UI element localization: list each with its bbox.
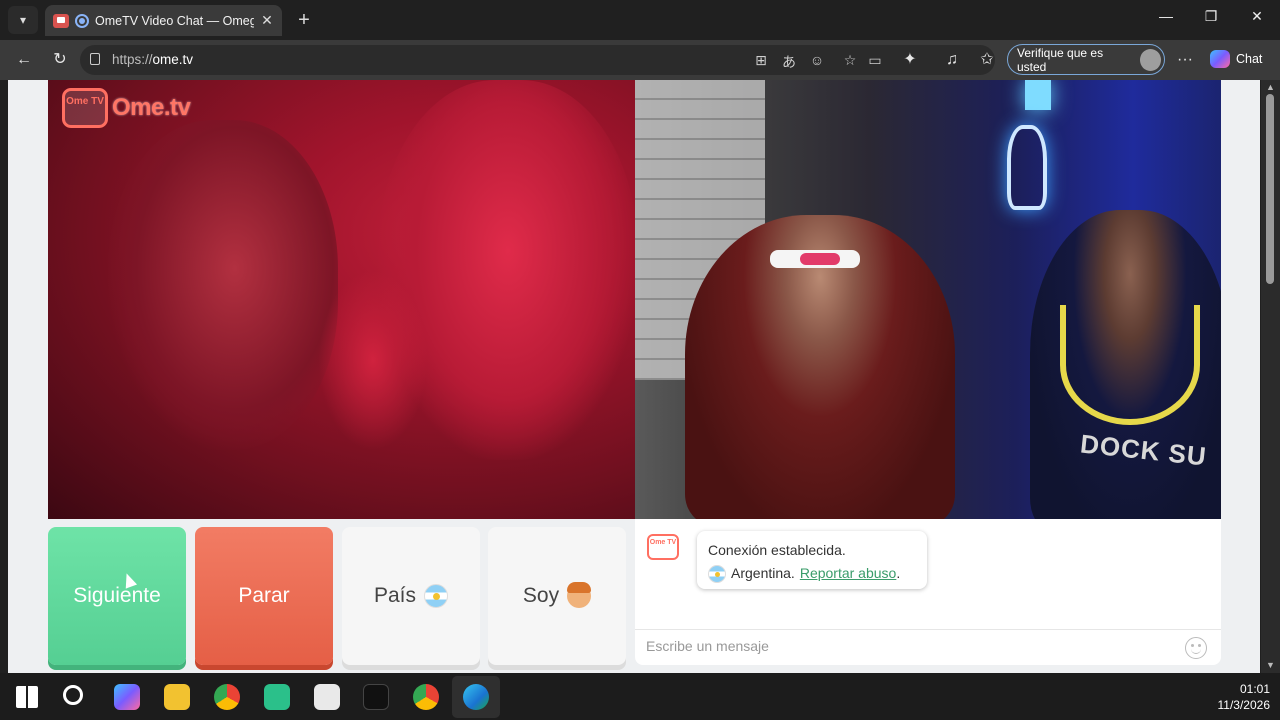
tracking-prevention-icon[interactable]: ☺: [808, 52, 826, 68]
country-button[interactable]: País: [342, 527, 480, 665]
ometv-chat-logo-icon: Ome TV: [647, 534, 679, 560]
message-input[interactable]: [646, 638, 1166, 654]
argentina-flag-icon: [424, 584, 449, 608]
browser-toolbar: ← ↻ https://ome.tv ⊞ あ ☺ ☆ ▭ ✦ ♫ ✩ Verif…: [0, 40, 1280, 80]
app-available-icon[interactable]: ⊞: [752, 52, 770, 69]
country-name: Argentina.: [731, 565, 795, 581]
restore-icon[interactable]: ❐: [1201, 8, 1221, 25]
copilot-chat-button[interactable]: Chat: [1210, 50, 1262, 68]
tab-close-icon[interactable]: ✕: [260, 12, 274, 29]
extensions-puzzle-icon[interactable]: ✦: [899, 50, 921, 72]
video-background: [1025, 80, 1051, 110]
url-prefix: https://: [112, 52, 153, 67]
translate-icon[interactable]: あ: [780, 52, 798, 72]
address-bar[interactable]: https://ome.tv ⊞ あ ☺ ☆ ▭: [80, 45, 995, 75]
camera-in-use-icon[interactable]: ▭: [866, 52, 884, 69]
ometv-tv-icon: Ome TV: [62, 88, 108, 128]
clock-date: 11/3/2026: [1217, 698, 1271, 712]
edge-icon[interactable]: [463, 684, 489, 710]
period: .: [896, 565, 901, 581]
shirt-stripe: [1060, 305, 1200, 425]
reload-icon[interactable]: ↻: [49, 50, 71, 72]
media-control-icon[interactable]: ♫: [941, 50, 963, 72]
chat-input-area: [635, 629, 1221, 665]
gender-label: Soy: [522, 584, 560, 607]
ometv-favicon-icon: [53, 13, 69, 28]
stranger-video: Ome TV Ome.tv: [48, 80, 635, 519]
windows-start-icon[interactable]: [16, 686, 38, 708]
more-options-icon[interactable]: ···: [1174, 50, 1196, 72]
page-scrollbar[interactable]: ▲ ▼: [1261, 80, 1280, 673]
browser-tab-bar: ▾ OmeTV Video Chat — Omegle ✕ + — ❐ ✕: [0, 0, 1280, 40]
system-clock[interactable]: 01:01 11/3/2026: [1210, 681, 1271, 713]
video-figure: [318, 270, 428, 450]
copilot-icon: [1210, 50, 1230, 68]
scrollbar-thumb[interactable]: [1266, 94, 1274, 284]
self-video: DOCK SU: [635, 80, 1221, 519]
windows-taskbar: 01:01 11/3/2026: [0, 673, 1280, 720]
argentina-flag-icon: [708, 564, 726, 583]
chat-label: Chat: [1236, 52, 1263, 66]
url-text[interactable]: https://ome.tv: [112, 52, 193, 67]
chrome-profile-icon[interactable]: [413, 684, 439, 710]
new-tab-button[interactable]: +: [292, 8, 316, 32]
tab-ometv[interactable]: OmeTV Video Chat — Omegle ✕: [45, 5, 282, 36]
video-figure: [108, 120, 338, 450]
country-label: País: [373, 584, 417, 607]
sunglasses: [770, 250, 860, 268]
avatar: [1139, 48, 1161, 71]
report-abuse-link[interactable]: Reportar abuso: [800, 565, 897, 581]
search-icon[interactable]: [63, 685, 83, 705]
file-explorer-icon[interactable]: [164, 684, 190, 710]
copilot-taskbar-icon[interactable]: [114, 684, 140, 710]
back-arrow-icon[interactable]: ←: [13, 50, 35, 72]
app-green-icon[interactable]: [264, 684, 290, 710]
recording-icon: [75, 13, 89, 28]
tab-title: OmeTV Video Chat — Omegle: [95, 13, 254, 28]
video-person: [685, 215, 955, 519]
next-label: Siguiente: [73, 584, 161, 607]
chat-panel: Ome TV Conexión establecida. Argentina. …: [635, 519, 1221, 665]
lock-icon: [90, 53, 100, 65]
minimize-icon[interactable]: —: [1156, 8, 1176, 24]
favorites-icon[interactable]: ✩: [976, 50, 998, 72]
ometv-taskbar-icon[interactable]: [314, 684, 340, 710]
scroll-down-icon[interactable]: ▼: [1266, 660, 1275, 670]
stop-button[interactable]: Parar: [195, 527, 333, 665]
stop-label: Parar: [238, 584, 290, 607]
favorite-star-icon[interactable]: ☆: [841, 52, 859, 69]
window-close-icon[interactable]: ✕: [1247, 8, 1267, 25]
video-person: DOCK SU: [1030, 210, 1221, 519]
gender-button[interactable]: Soy: [488, 527, 626, 665]
system-message: Conexión establecida. Argentina. Reporta…: [697, 531, 927, 589]
neon-sign: [1007, 125, 1047, 210]
emoji-smiley-icon[interactable]: [1185, 637, 1207, 659]
ometv-brand-text: Ome.tv: [112, 94, 191, 121]
boy-emoji-icon: [567, 582, 592, 608]
chrome-icon[interactable]: [214, 684, 240, 710]
next-button[interactable]: Siguiente: [48, 527, 186, 665]
clock-time: 01:01: [1239, 682, 1270, 696]
shirt-text: DOCK SU: [1078, 428, 1209, 472]
tab-list-chevron-icon[interactable]: ▾: [8, 6, 38, 34]
tiktok-icon[interactable]: [363, 684, 389, 710]
country-row: Argentina. Reportar abuso.: [708, 562, 916, 585]
ometv-logo: Ome TV Ome.tv: [62, 88, 191, 128]
connection-status: Conexión establecida.: [708, 542, 846, 558]
scroll-up-icon[interactable]: ▲: [1266, 82, 1275, 92]
url-host: ome.tv: [152, 52, 194, 67]
profile-label: Verifique que es usted: [1017, 45, 1104, 74]
profile-verify-button[interactable]: Verifique que es usted: [1007, 44, 1165, 75]
ometv-page: Ome TV Ome.tv DOCK SU Siguiente Parar Pa…: [8, 80, 1260, 673]
